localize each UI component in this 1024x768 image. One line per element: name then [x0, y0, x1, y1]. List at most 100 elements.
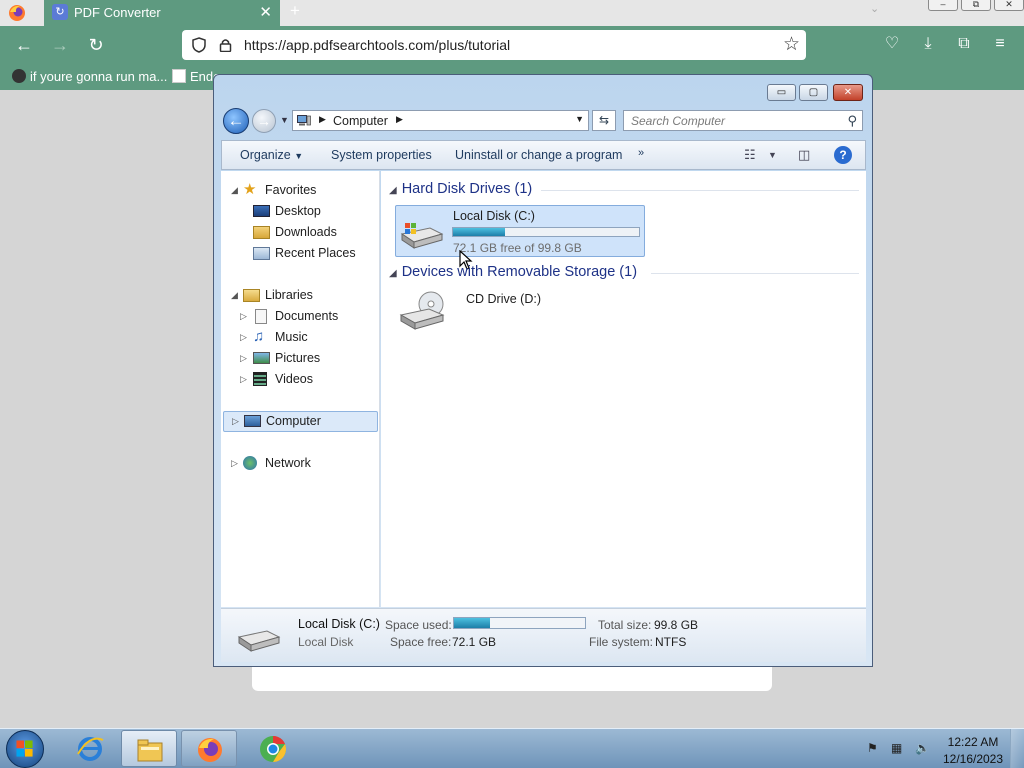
more-commands-button[interactable]: »: [638, 147, 644, 159]
group-divider: [541, 190, 859, 191]
network-status-icon[interactable]: ▦: [891, 741, 907, 757]
explorer-close-button[interactable]: ✕: [833, 84, 863, 101]
explorer-minimize-button[interactable]: ▭: [767, 84, 796, 101]
breadcrumb-chevron-icon[interactable]: ▶: [396, 114, 403, 125]
preview-pane-icon[interactable]: ◫: [798, 147, 810, 163]
total-size-label: Total size:: [598, 618, 652, 632]
taskbar-firefox[interactable]: [181, 730, 237, 767]
show-desktop-button[interactable]: [1010, 729, 1024, 768]
firefox-menu-icon[interactable]: [7, 3, 27, 23]
expanded-arrow-icon[interactable]: ◢: [231, 290, 238, 301]
windows-explorer-icon: [137, 739, 163, 762]
breadcrumb-chevron-icon[interactable]: ▶: [319, 114, 326, 125]
explorer-forward-button[interactable]: →: [252, 109, 276, 133]
collapsed-arrow-icon[interactable]: ▷: [231, 458, 238, 469]
collapsed-arrow-icon[interactable]: ▷: [232, 416, 239, 427]
clock-date[interactable]: 12/16/2023: [941, 752, 1005, 766]
expanded-arrow-icon[interactable]: ◢: [389, 185, 397, 196]
hard-drive-icon: [237, 630, 281, 652]
group-header-removable-storage[interactable]: ◢ Devices with Removable Storage (1): [389, 264, 637, 280]
nav-label: Computer: [266, 414, 321, 428]
taskbar-windows-explorer[interactable]: [121, 730, 177, 767]
nav-downloads[interactable]: Downloads: [241, 225, 371, 241]
refresh-button[interactable]: ⇆: [592, 110, 616, 131]
forward-button[interactable]: →: [48, 33, 72, 57]
taskbar-internet-explorer[interactable]: [62, 730, 118, 767]
download-icon[interactable]: ⤓: [918, 34, 938, 54]
volume-muted-icon[interactable]: 🔈: [915, 741, 931, 757]
bookmark-star-icon[interactable]: ☆: [783, 33, 800, 56]
search-icon[interactable]: ⚲: [847, 113, 857, 129]
collapsed-arrow-icon[interactable]: ▷: [240, 311, 247, 322]
recent-pages-dropdown-icon[interactable]: ▼: [280, 115, 289, 125]
list-all-tabs-icon[interactable]: ⌄: [870, 2, 879, 15]
nav-favorites[interactable]: ◢ ★ Favorites: [231, 182, 371, 199]
nav-computer[interactable]: ▷ Computer: [223, 411, 378, 432]
nav-pictures[interactable]: ▷ Pictures: [240, 351, 371, 367]
tab-close-icon[interactable]: ✕: [259, 3, 272, 21]
uninstall-program-button[interactable]: Uninstall or change a program: [455, 148, 622, 162]
nav-label: Recent Places: [275, 246, 356, 260]
action-center-flag-icon[interactable]: ⚑: [867, 741, 883, 757]
drive-tile-local-disk-c[interactable]: Local Disk (C:) 72.1 GB free of 99.8 GB: [395, 205, 645, 270]
group-header-hard-disk-drives[interactable]: ◢ Hard Disk Drives (1): [389, 181, 532, 197]
url-bar[interactable]: https://app.pdfsearchtools.com/plus/tuto…: [182, 30, 806, 60]
browser-restore-button[interactable]: ⧉: [961, 0, 991, 11]
browser-tab-active[interactable]: ↻ PDF Converter ✕: [44, 0, 280, 26]
nav-label: Music: [275, 330, 308, 344]
nav-label: Favorites: [265, 183, 317, 197]
browser-close-button[interactable]: ✕: [994, 0, 1024, 11]
url-text[interactable]: https://app.pdfsearchtools.com/plus/tuto…: [244, 37, 510, 53]
drive-name: Local Disk (C:): [453, 209, 535, 223]
expanded-arrow-icon[interactable]: ◢: [231, 185, 238, 196]
menu-icon[interactable]: ≡: [990, 34, 1010, 54]
pocket-icon[interactable]: ♡: [882, 34, 902, 54]
explorer-back-button[interactable]: ←: [223, 108, 249, 134]
view-dropdown-icon[interactable]: ▼: [768, 150, 777, 160]
breadcrumb-computer[interactable]: Computer: [333, 114, 388, 128]
collapsed-arrow-icon[interactable]: ▷: [240, 374, 247, 385]
collapsed-arrow-icon[interactable]: ▷: [240, 332, 247, 343]
pdf-converter-favicon-icon: ↻: [52, 4, 68, 20]
start-button[interactable]: [6, 730, 44, 768]
nav-documents[interactable]: ▷ Documents: [240, 309, 371, 325]
help-icon[interactable]: ?: [834, 146, 852, 164]
tracking-shield-icon[interactable]: [192, 37, 206, 53]
space-used-label: Space used:: [385, 618, 452, 632]
search-input[interactable]: Search Computer: [631, 114, 725, 128]
clock-time[interactable]: 12:22 AM: [945, 735, 1001, 749]
nav-label: Network: [265, 456, 311, 470]
nav-network[interactable]: ▷ Network: [231, 456, 371, 472]
nav-recent-places[interactable]: Recent Places: [241, 246, 371, 262]
reload-button[interactable]: ↻: [84, 33, 108, 57]
back-button[interactable]: ←: [12, 33, 36, 57]
explorer-maximize-button[interactable]: ▢: [799, 84, 828, 101]
nav-libraries[interactable]: ◢ Libraries: [231, 288, 371, 304]
bookmark-label: if youre gonna run ma...: [30, 69, 168, 84]
lock-icon[interactable]: [219, 38, 232, 52]
organize-button[interactable]: Organize ▼: [240, 148, 303, 162]
change-view-icon[interactable]: ☷: [744, 147, 756, 163]
expanded-arrow-icon[interactable]: ◢: [389, 268, 397, 279]
extensions-icon[interactable]: ⧉: [954, 34, 974, 54]
firefox-icon: [198, 738, 222, 762]
nav-desktop[interactable]: Desktop: [241, 204, 371, 220]
taskbar-chrome[interactable]: [245, 730, 301, 767]
cd-drive-name[interactable]: CD Drive (D:): [466, 292, 541, 306]
nav-videos[interactable]: ▷ Videos: [240, 372, 371, 388]
bookmark-item[interactable]: if youre gonna run ma...: [12, 69, 167, 84]
details-usage-bar: [453, 617, 586, 629]
total-size-value: 99.8 GB: [654, 618, 699, 632]
content-pane: ◢ Hard Disk Drives (1) Local Disk (C:) 72…: [381, 171, 866, 607]
system-properties-button[interactable]: System properties: [331, 148, 432, 162]
nav-label: Videos: [275, 372, 313, 386]
nav-music[interactable]: ▷ ♫ Music: [240, 329, 371, 346]
browser-nav-bar: ← → ↻ https://app.pdfsearchtools.com/plu…: [0, 26, 1024, 64]
address-bar[interactable]: ▶ Computer ▶ ▼: [292, 110, 589, 131]
browser-minimize-button[interactable]: –: [928, 0, 958, 11]
nav-computer-row: ▷ Computer: [232, 414, 372, 430]
collapsed-arrow-icon[interactable]: ▷: [240, 353, 247, 364]
address-dropdown-icon[interactable]: ▼: [575, 114, 584, 124]
new-tab-button[interactable]: +: [290, 1, 300, 21]
search-box[interactable]: Search Computer ⚲: [623, 110, 863, 131]
